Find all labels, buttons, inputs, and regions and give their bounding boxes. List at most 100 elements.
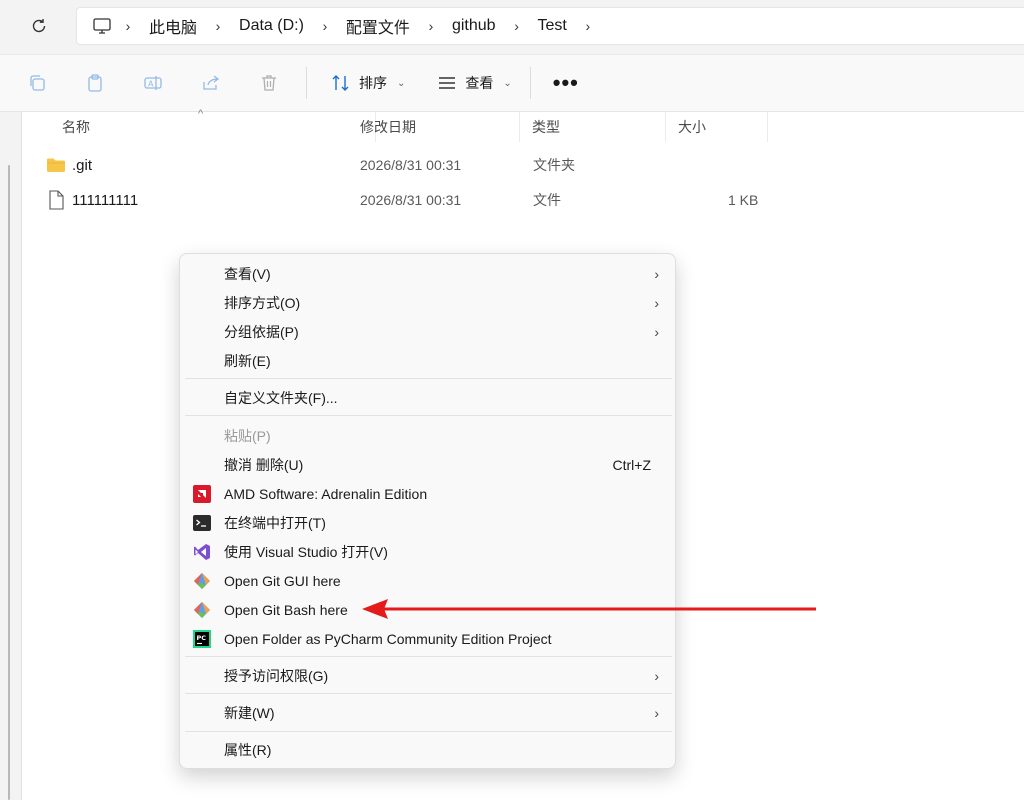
- menu-item-label: 新建(W): [224, 704, 275, 721]
- menu-item-label: 撤消 删除(U): [224, 456, 304, 473]
- toolbar-divider: [306, 67, 307, 99]
- breadcrumb-item[interactable]: 配置文件: [336, 14, 420, 38]
- menu-item-label: 排序方式(O): [224, 294, 301, 311]
- file-name-cell: .git: [46, 148, 92, 182]
- menu-item-customize-folder[interactable]: 自定义文件夹(F)...: [184, 383, 673, 412]
- sort-label: 排序: [359, 75, 387, 91]
- paste-icon: [88, 74, 102, 92]
- breadcrumb-item[interactable]: github: [442, 17, 506, 35]
- share-icon: [203, 75, 220, 90]
- menu-item-label: Open Git Bash here: [224, 601, 348, 618]
- sort-button[interactable]: 排序 ⌄: [321, 66, 415, 100]
- refresh-button[interactable]: [24, 12, 54, 40]
- menu-item-new[interactable]: 新建(W) ›: [184, 698, 673, 727]
- visual-studio-icon: [192, 542, 212, 562]
- menu-item-grant-access[interactable]: 授予访问权限(G) ›: [184, 661, 673, 690]
- copy-button[interactable]: [20, 66, 54, 100]
- menu-item-refresh[interactable]: 刷新(E): [184, 346, 673, 375]
- menu-item-label: 查看(V): [224, 265, 271, 282]
- menu-item-label: 粘贴(P): [224, 427, 271, 444]
- rename-icon: A: [144, 76, 162, 90]
- chevron-down-icon: ⌄: [503, 77, 512, 89]
- amd-icon: [192, 484, 212, 504]
- menu-item-label: 在终端中打开(T): [224, 514, 326, 531]
- menu-item-label: 刷新(E): [224, 352, 271, 369]
- pycharm-icon: PC: [192, 629, 212, 649]
- menu-item-label: Open Git GUI here: [224, 572, 341, 589]
- chevron-right-icon: ›: [654, 294, 659, 311]
- file-size: 1 KB: [728, 192, 759, 208]
- menu-item-open-in-terminal[interactable]: 在终端中打开(T): [184, 508, 673, 537]
- git-icon: [192, 600, 212, 620]
- menu-separator: [185, 731, 672, 732]
- menu-item-sort-by[interactable]: 排序方式(O) ›: [184, 288, 673, 317]
- file-name-cell: 111111111: [46, 183, 138, 217]
- chevron-right-icon: ›: [654, 704, 659, 721]
- chevron-down-icon: ⌄: [397, 77, 406, 89]
- view-button[interactable]: 查看 ⌄: [427, 66, 521, 100]
- paste-button[interactable]: [78, 66, 112, 100]
- file-name: 111111111: [72, 191, 139, 209]
- menu-item-label: 使用 Visual Studio 打开(V): [224, 543, 388, 560]
- context-menu: 查看(V) › 排序方式(O) › 分组依据(P) › 刷新(E) 自定义文件夹…: [179, 253, 676, 769]
- rename-button[interactable]: A: [136, 66, 170, 100]
- menu-item-paste: 粘贴(P): [184, 421, 673, 450]
- menu-item-properties[interactable]: 属性(R): [184, 735, 673, 764]
- column-header-name[interactable]: 名称: [50, 112, 376, 142]
- svg-text:A: A: [148, 80, 154, 89]
- svg-text:PC: PC: [197, 634, 207, 642]
- chevron-right-icon: ›: [654, 667, 659, 684]
- menu-separator: [185, 415, 672, 416]
- file-type: 文件: [533, 192, 561, 208]
- chevron-right-icon[interactable]: ›: [314, 18, 336, 34]
- menu-item-label: Open Folder as PyCharm Community Edition…: [224, 630, 552, 647]
- menu-item-open-git-gui[interactable]: Open Git GUI here: [184, 566, 673, 595]
- chevron-right-icon[interactable]: ›: [420, 18, 442, 34]
- breadcrumb[interactable]: › 此电脑 › Data (D:) › 配置文件 › github › Test…: [76, 7, 1024, 45]
- breadcrumb-item[interactable]: Test: [528, 17, 577, 35]
- menu-separator: [185, 378, 672, 379]
- file-row[interactable]: 111111111 2026/8/31 00:31 文件 1 KB: [22, 183, 782, 217]
- share-button[interactable]: [194, 66, 228, 100]
- menu-item-undo-delete[interactable]: 撤消 删除(U) Ctrl+Z: [184, 450, 673, 479]
- breadcrumb-item[interactable]: Data (D:): [229, 17, 314, 35]
- menu-item-amd-software[interactable]: AMD Software: Adrenalin Edition: [184, 479, 673, 508]
- address-bar-row: › 此电脑 › Data (D:) › 配置文件 › github › Test…: [0, 0, 1024, 54]
- chevron-right-icon[interactable]: ›: [577, 18, 599, 34]
- column-header-modified[interactable]: 修改日期: [348, 112, 520, 142]
- menu-separator: [185, 656, 672, 657]
- file-icon: [46, 190, 66, 210]
- breadcrumb-item[interactable]: 此电脑: [139, 14, 207, 38]
- more-options-button[interactable]: •••: [553, 70, 579, 96]
- annotation-arrow: [362, 599, 816, 619]
- menu-item-shortcut: Ctrl+Z: [612, 456, 652, 473]
- chevron-right-icon[interactable]: ›: [506, 18, 528, 34]
- chevron-right-icon: ›: [654, 323, 659, 340]
- menu-item-open-pycharm[interactable]: PC Open Folder as PyCharm Community Edit…: [184, 624, 673, 653]
- this-pc-icon[interactable]: [91, 15, 113, 37]
- menu-item-open-in-visual-studio[interactable]: 使用 Visual Studio 打开(V): [184, 537, 673, 566]
- file-row[interactable]: .git 2026/8/31 00:31 文件夹: [22, 148, 782, 182]
- menu-item-group-by[interactable]: 分组依据(P) ›: [184, 317, 673, 346]
- file-modified: 2026/8/31 00:31: [360, 157, 462, 173]
- trash-icon: [262, 75, 276, 91]
- navigation-pane-edge: [0, 112, 22, 800]
- git-icon: [192, 571, 212, 591]
- view-label: 查看: [465, 75, 494, 91]
- chevron-right-icon[interactable]: ›: [117, 18, 139, 34]
- file-modified: 2026/8/31 00:31: [360, 192, 462, 208]
- column-header-size[interactable]: 大小: [666, 112, 768, 142]
- delete-button[interactable]: [252, 66, 286, 100]
- toolbar-divider: [529, 67, 531, 99]
- chevron-right-icon[interactable]: ›: [207, 18, 229, 34]
- menu-item-view[interactable]: 查看(V) ›: [184, 259, 673, 288]
- nav-scrollbar[interactable]: [8, 165, 10, 800]
- chevron-right-icon: ›: [654, 265, 659, 282]
- file-name: .git: [72, 156, 93, 174]
- view-list-icon: [439, 77, 456, 89]
- command-bar: A 排序 ⌄ 查看 ⌄ •••: [0, 54, 1024, 112]
- sort-icon: [332, 75, 349, 91]
- menu-item-label: 授予访问权限(G): [224, 667, 329, 684]
- column-header-type[interactable]: 类型: [520, 112, 666, 142]
- menu-separator: [185, 693, 672, 694]
